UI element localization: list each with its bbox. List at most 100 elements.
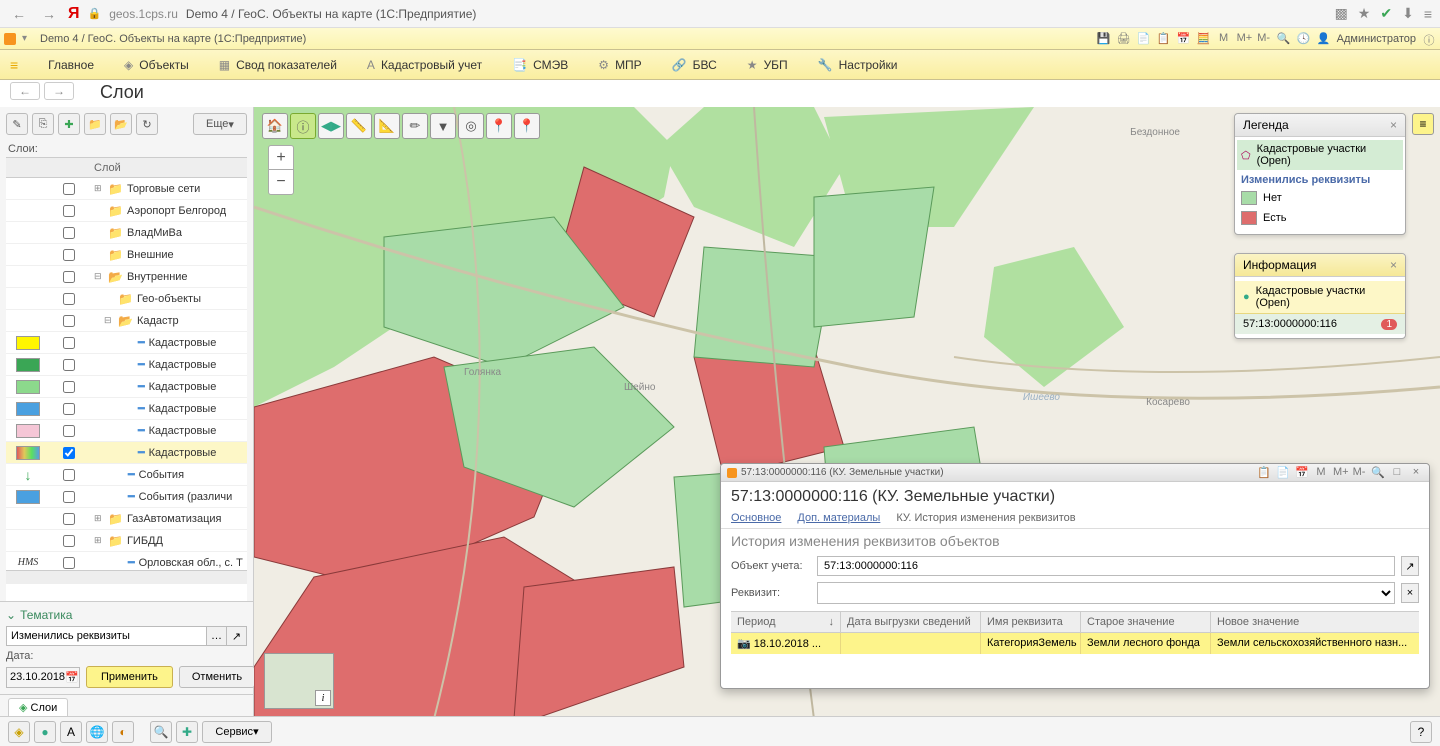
zoom-mm[interactable]: M-: [1352, 466, 1366, 480]
zoom-mp[interactable]: M+: [1333, 466, 1347, 480]
calc-icon[interactable]: 🧮: [1197, 32, 1211, 46]
tab-history[interactable]: КУ. История изменения реквизитов: [896, 510, 1075, 526]
tab-close-icon[interactable]: ▾: [22, 33, 34, 45]
tb-copy[interactable]: ⎘: [32, 113, 54, 135]
menu-mpr[interactable]: ⚙МПР: [598, 58, 641, 72]
minimap-info-icon[interactable]: i: [315, 690, 331, 706]
tb-more[interactable]: Еще ▾: [193, 113, 247, 135]
nav-forward-button[interactable]: →: [44, 82, 74, 100]
bb-layers[interactable]: ◈: [8, 721, 30, 743]
minimap[interactable]: i: [264, 653, 334, 709]
dw-icon[interactable]: 📋: [1257, 466, 1271, 480]
save-icon[interactable]: 💾: [1097, 32, 1111, 46]
search-icon[interactable]: 🔍: [1371, 466, 1385, 480]
mt-measure[interactable]: 📏: [346, 113, 372, 139]
th-date[interactable]: Дата выгрузки сведений: [841, 612, 981, 632]
tree-row[interactable]: ⊞📁Торговые сети: [6, 178, 247, 200]
info-layer-row[interactable]: ●Кадастровые участки (Open): [1235, 281, 1405, 314]
zoom-mm[interactable]: M-: [1257, 32, 1271, 46]
tree-row[interactable]: ⊟📂Кадастр: [6, 310, 247, 332]
doc-icon[interactable]: 📄: [1137, 32, 1151, 46]
legend-header[interactable]: Легенда×: [1235, 114, 1405, 137]
info-icon[interactable]: ⓘ: [1422, 32, 1436, 46]
info-object-row[interactable]: 57:13:0000000:1161: [1235, 314, 1405, 334]
download-icon[interactable]: ⬇: [1402, 5, 1414, 22]
tree-row[interactable]: ↓━События: [6, 464, 247, 486]
bb-globe[interactable]: 🌐: [86, 721, 108, 743]
info-header[interactable]: Информация×: [1235, 254, 1405, 277]
calendar-icon[interactable]: 📅: [1177, 32, 1191, 46]
menu-settings[interactable]: 🔧Настройки: [818, 58, 898, 72]
menu-objects[interactable]: ◈Объекты: [124, 58, 189, 72]
mt-home[interactable]: 🏠: [262, 113, 288, 139]
detail-titlebar[interactable]: 57:13:0000000:116 (КУ. Земельные участки…: [721, 464, 1429, 482]
calendar-icon[interactable]: 📅: [65, 671, 79, 684]
menu-ubp[interactable]: ★УБП: [747, 58, 788, 72]
mt-draw[interactable]: ✏: [402, 113, 428, 139]
tree-row[interactable]: ━Кадастровые: [6, 376, 247, 398]
shield-icon[interactable]: ✔: [1380, 5, 1392, 22]
mt-filter[interactable]: ▼: [430, 113, 456, 139]
tematika-header[interactable]: ⌄Тематика: [6, 608, 247, 626]
expand-icon[interactable]: ⊞: [94, 535, 104, 546]
tree-row[interactable]: 📁Аэропорт Белгород: [6, 200, 247, 222]
legend-layer[interactable]: ⬠Кадастровые участки (Open): [1237, 140, 1403, 170]
th-name[interactable]: Имя реквизита: [981, 612, 1081, 632]
tree-row[interactable]: 📁ВладМиВа: [6, 222, 247, 244]
tree-row[interactable]: 📁Гео-объекты: [6, 288, 247, 310]
extension-icon[interactable]: ▩: [1335, 5, 1348, 22]
hamburger-icon[interactable]: ≡: [10, 57, 18, 73]
tree-row[interactable]: ━Кадастровые: [6, 398, 247, 420]
map-panel[interactable]: Бездонное Шейно Косарево Голянка Ишеево …: [254, 107, 1440, 719]
tree-row[interactable]: HMS━Орловская обл., с. Т: [6, 552, 247, 570]
tree-row[interactable]: ━Кадастровые: [6, 354, 247, 376]
menu-icon[interactable]: ≡: [1424, 6, 1432, 22]
tree-row-selected[interactable]: ━Кадастровые: [6, 442, 247, 464]
clear-button[interactable]: ×: [1401, 583, 1419, 603]
tree-row[interactable]: ⊟📂Внутренние: [6, 266, 247, 288]
tematika-browse-button[interactable]: …: [207, 626, 227, 646]
date-input[interactable]: 23.10.2018📅: [6, 667, 80, 688]
mt-area[interactable]: 📐: [374, 113, 400, 139]
tab-dop[interactable]: Доп. материалы: [797, 510, 880, 526]
bookmark-icon[interactable]: ★: [1358, 5, 1371, 22]
tb-remove[interactable]: 📂: [110, 113, 132, 135]
bb-add[interactable]: ✚: [176, 721, 198, 743]
tb-folder-add[interactable]: 📁: [84, 113, 106, 135]
tab-osnovnoe[interactable]: Основное: [731, 510, 781, 526]
sort-desc-icon[interactable]: ↓: [829, 616, 835, 628]
search-icon[interactable]: 🔍: [1277, 32, 1291, 46]
dw-icon[interactable]: 📄: [1276, 466, 1290, 480]
tree-body[interactable]: ⊞📁Торговые сети 📁Аэропорт Белгород 📁Влад…: [6, 178, 247, 570]
zoom-mp[interactable]: M+: [1237, 32, 1251, 46]
cancel-button[interactable]: Отменить: [179, 666, 255, 688]
bb-service[interactable]: Сервис ▾: [202, 721, 272, 743]
mt-info[interactable]: ⓘ: [290, 113, 316, 139]
menu-bvs[interactable]: 🔗БВС: [672, 58, 717, 72]
th-old[interactable]: Старое значение: [1081, 612, 1211, 632]
apply-button[interactable]: Применить: [86, 666, 173, 688]
tb-edit[interactable]: ✎: [6, 113, 28, 135]
menu-smev[interactable]: 📑СМЭВ: [512, 58, 568, 72]
tree-row[interactable]: ⊞📁ГазАвтоматизация: [6, 508, 247, 530]
menu-kadastr[interactable]: AКадастровый учет: [367, 58, 482, 72]
close-icon[interactable]: ×: [1390, 118, 1397, 132]
dw-icon[interactable]: 📅: [1295, 466, 1309, 480]
tree-h-scrollbar[interactable]: [6, 570, 247, 584]
zoom-m[interactable]: M: [1217, 32, 1231, 46]
copy-icon[interactable]: 📋: [1157, 32, 1171, 46]
bb-text[interactable]: A: [60, 721, 82, 743]
nav-back-button[interactable]: ←: [10, 82, 40, 100]
tree-row[interactable]: ━Кадастровые: [6, 420, 247, 442]
bb-pin[interactable]: ●: [34, 721, 56, 743]
object-input[interactable]: [817, 556, 1395, 576]
print-icon[interactable]: 🖨: [1117, 32, 1131, 46]
mt-pan[interactable]: ◀▶: [318, 113, 344, 139]
zoom-m[interactable]: M: [1314, 466, 1328, 480]
tematika-input[interactable]: [6, 626, 207, 646]
zoom-in-button[interactable]: +: [269, 146, 293, 170]
tb-refresh[interactable]: ↻: [136, 113, 158, 135]
back-icon[interactable]: ←: [8, 6, 30, 22]
tree-row[interactable]: ⊞📁ГИБДД: [6, 530, 247, 552]
rekvizit-select[interactable]: [817, 582, 1395, 604]
